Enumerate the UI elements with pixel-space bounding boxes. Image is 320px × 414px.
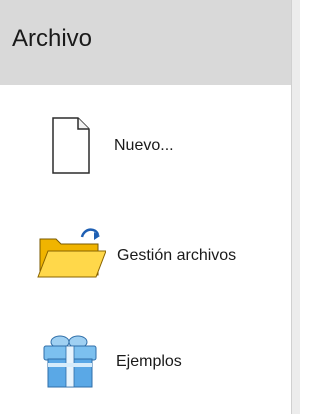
folder-sync-icon: [36, 225, 107, 285]
file-menu-panel: Archivo Nuevo... Gestión archivos Ejempl…: [0, 0, 291, 414]
menu-item-new[interactable]: Nuevo...: [36, 115, 286, 175]
menu-item-examples[interactable]: Ejemplos: [36, 330, 286, 390]
panel-edge-scrollbar[interactable]: [291, 0, 300, 414]
menu-header: Archivo: [0, 0, 291, 85]
new-document-icon: [36, 115, 106, 175]
menu-item-file-management-label: Gestión archivos: [117, 247, 237, 264]
menu-item-file-management[interactable]: Gestión archivos: [36, 225, 286, 285]
menu-item-examples-label: Ejemplos: [116, 353, 182, 370]
gift-box-icon: [36, 330, 106, 390]
menu-title: Archivo: [12, 25, 93, 52]
menu-item-new-label: Nuevo...: [114, 137, 174, 154]
